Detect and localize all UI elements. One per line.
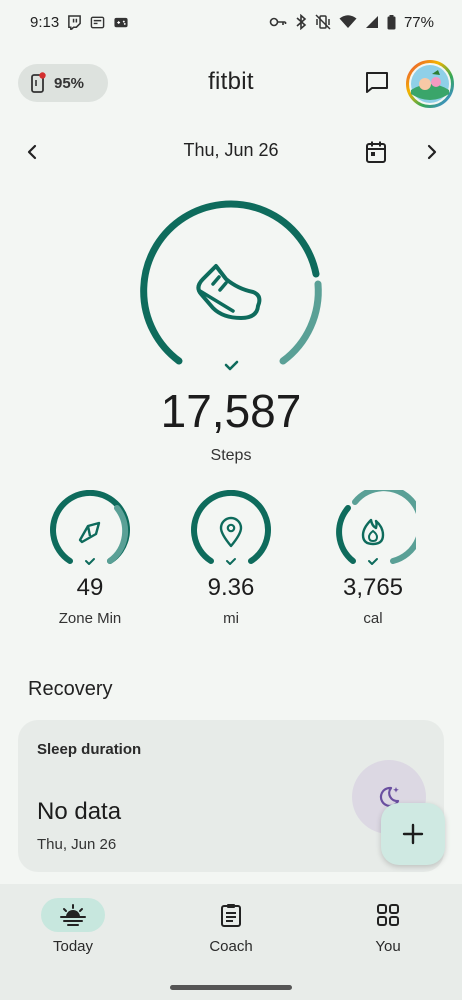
next-day-button[interactable] [418, 138, 446, 166]
section-title-recovery: Recovery [28, 678, 113, 700]
stat-label: cal [363, 610, 383, 627]
gamepad-icon [113, 15, 129, 30]
message-icon [364, 70, 390, 96]
cell-signal-icon [365, 15, 379, 29]
nav-active-indicator [41, 898, 105, 932]
shoe-icon [196, 264, 262, 320]
home-indicator[interactable] [170, 985, 292, 990]
stat-distance[interactable]: 9.36 mi [176, 490, 286, 640]
message-button[interactable] [362, 68, 392, 98]
battery-icon [387, 14, 396, 30]
bluetooth-icon [295, 14, 307, 30]
wifi-icon [339, 15, 357, 29]
nav-icon-container [199, 898, 263, 932]
current-date[interactable]: Thu, Jun 26 [0, 140, 462, 161]
bottom-navigation: Today Coach You [0, 884, 462, 1000]
steps-ring[interactable] [131, 200, 331, 380]
zone-arrow-icon [78, 521, 101, 544]
stat-zone-minutes[interactable]: 49 Zone Min [35, 490, 145, 640]
stat-label: Zone Min [58, 610, 122, 627]
calendar-icon [365, 140, 387, 164]
goal-check-icon [368, 558, 378, 565]
chevron-right-icon [425, 144, 439, 160]
steps-label: Steps [210, 447, 252, 464]
app-title: fitbit [208, 68, 254, 95]
news-icon [90, 15, 105, 30]
goal-check-icon [224, 360, 239, 371]
nav-item-today[interactable]: Today [18, 898, 128, 968]
sunrise-icon [60, 904, 86, 926]
stat-value: 3,765 [342, 574, 404, 601]
status-bar-right: 77% [269, 14, 434, 31]
calendar-button[interactable] [362, 138, 390, 166]
stat-value: 49 [76, 574, 104, 601]
nav-item-you[interactable]: You [333, 898, 443, 968]
stat-calories[interactable]: 3,765 cal [318, 490, 428, 640]
vibrate-off-icon [315, 14, 331, 30]
goal-check-icon [85, 558, 95, 565]
add-button[interactable] [381, 803, 445, 865]
nav-label: Coach [209, 938, 253, 955]
location-pin-icon [219, 516, 243, 548]
stat-value: 9.36 [207, 574, 255, 601]
grid-icon [376, 903, 400, 927]
status-time: 9:13 [30, 13, 60, 31]
battery-percent: 77% [403, 13, 434, 31]
flame-icon [361, 518, 385, 546]
avatar[interactable] [406, 60, 454, 108]
stat-label: mi [223, 610, 239, 627]
nav-label: Today [52, 938, 94, 955]
status-bar-left: 9:13 [30, 14, 129, 31]
app-header: 95% fitbit [0, 60, 462, 108]
nav-icon-container [356, 898, 420, 932]
status-bar: 9:13 77% [0, 0, 462, 44]
clipboard-icon [220, 903, 242, 927]
date-navigation: Thu, Jun 26 [0, 130, 462, 170]
twitch-icon [67, 14, 82, 30]
nav-item-coach[interactable]: Coach [176, 898, 286, 968]
goal-check-icon [226, 558, 236, 565]
key-icon [269, 15, 287, 29]
sleep-duration-card[interactable]: Sleep duration No data Thu, Jun 26 [18, 720, 444, 872]
steps-value: 17,587 [160, 385, 302, 437]
card-title: Sleep duration [37, 741, 142, 758]
card-date: Thu, Jun 26 [37, 836, 117, 853]
nav-label: You [375, 938, 401, 955]
sleep-value: No data [37, 798, 122, 825]
plus-icon [402, 823, 424, 845]
